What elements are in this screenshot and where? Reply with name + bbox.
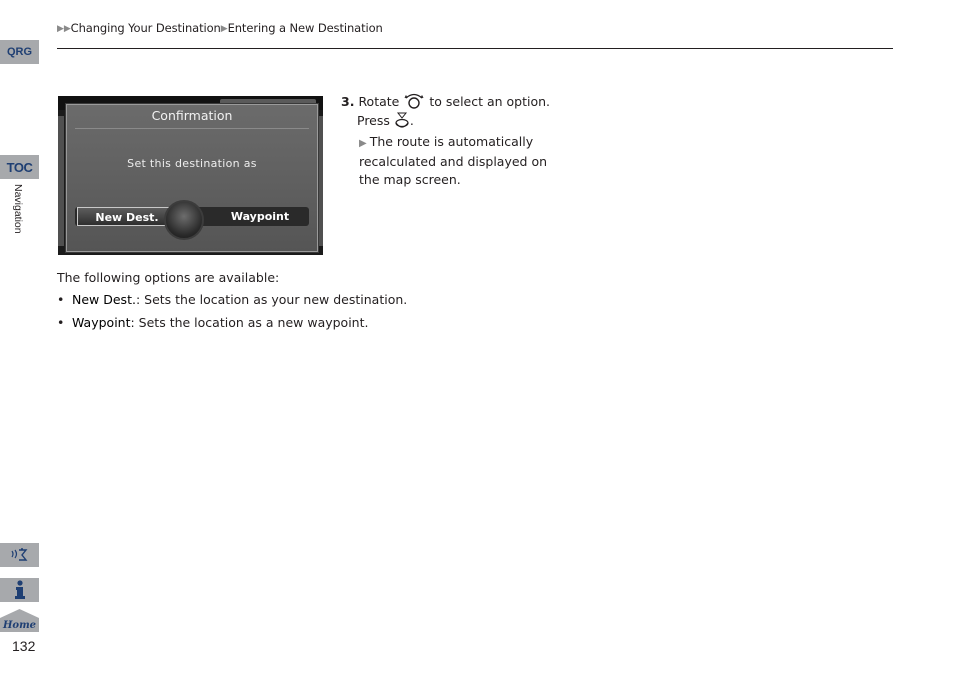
breadcrumb: ▶▶Changing Your Destination▶Entering a N… (57, 21, 383, 35)
info-icon (14, 580, 25, 599)
dialog-title: Confirmation (151, 108, 233, 123)
list-item: • New Dest.: Sets the location as your ne… (57, 292, 407, 307)
step-text-rotate: Rotate (358, 94, 400, 109)
interface-dial-rotate-icon (404, 93, 424, 109)
dialog-message: Set this destination as (127, 157, 257, 170)
option-term: New Dest. (72, 292, 136, 307)
options-intro: The following options are available: (57, 270, 280, 285)
section-label: Navigation (12, 184, 24, 234)
list-item: • Waypoint: Sets the location as a new wa… (57, 315, 368, 330)
header-rule (57, 48, 893, 49)
breadcrumb-arrow-icon: ▶ (220, 24, 228, 34)
bullet-icon: • (57, 315, 65, 330)
home-tab[interactable]: Home (0, 609, 39, 632)
step-3: 3. Rotate to select an option. Press . (341, 92, 550, 130)
option-term: Waypoint (72, 315, 131, 330)
toc-tab[interactable]: TOC (0, 155, 39, 179)
interface-dial-press-icon (395, 112, 409, 128)
note-text: The route is automatically recalculated … (359, 134, 548, 187)
home-label: Home (2, 620, 36, 631)
home-icon: Home (0, 609, 39, 632)
navigation-screenshot: DESTINATION MAP Confirmation Set this de… (58, 96, 323, 255)
waypoint-option[interactable]: Waypoint (215, 207, 305, 226)
voice-command-tab[interactable] (0, 543, 39, 567)
info-tab[interactable] (0, 578, 39, 602)
step-text-press: Press (357, 113, 390, 128)
voice-command-icon (10, 548, 27, 561)
step-note: ▶ The route is automatically recalculated… (359, 133, 569, 189)
dialog-separator (75, 128, 309, 129)
page-number: 132 (12, 638, 36, 654)
bullet-icon: • (57, 292, 65, 307)
dial-knob (164, 200, 204, 240)
background-panel (58, 116, 64, 246)
qrg-tab[interactable]: QRG (0, 40, 39, 64)
new-dest-option[interactable]: New Dest. (77, 207, 177, 226)
step-number: 3. (341, 94, 355, 109)
option-desc: : Sets the location as your new destinat… (135, 292, 408, 307)
breadcrumb-arrow-icon: ▶▶ (57, 24, 71, 34)
breadcrumb-link-changing-destination[interactable]: Changing Your Destination (71, 21, 221, 35)
note-arrow-icon: ▶ (359, 138, 367, 149)
step-text-select: to select an option. (429, 94, 551, 109)
breadcrumb-link-entering-new-destination[interactable]: Entering a New Destination (228, 21, 383, 35)
option-desc: : Sets the location as a new waypoint. (130, 315, 369, 330)
step-text-period: . (409, 113, 414, 128)
